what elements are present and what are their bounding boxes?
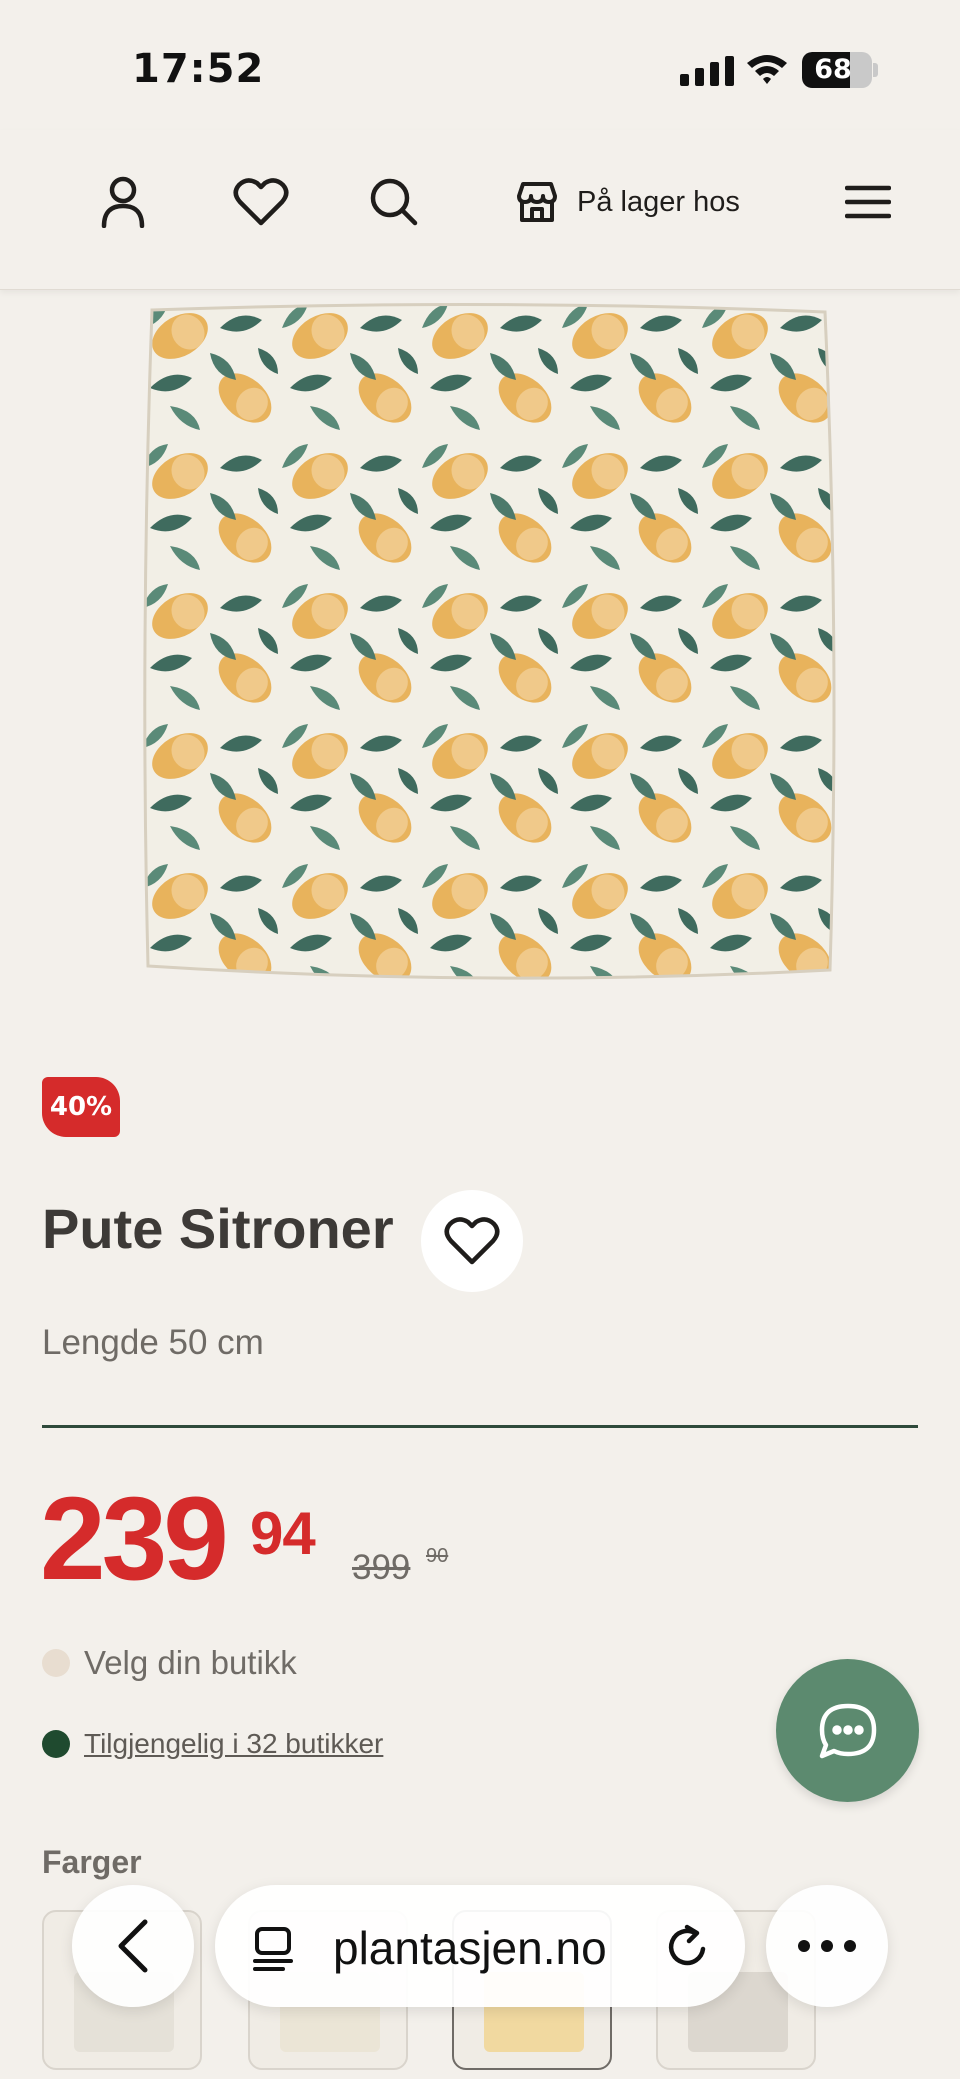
browser-toolbar: plantasjen.no <box>0 1875 960 2015</box>
address-bar[interactable]: plantasjen.no <box>215 1885 745 2007</box>
battery-percent: 68 <box>814 54 852 85</box>
favorite-button[interactable] <box>421 1190 523 1292</box>
hamburger-menu-icon[interactable] <box>838 172 898 232</box>
store-icon <box>517 182 557 222</box>
store-stock-label: På lager hos <box>577 185 740 218</box>
select-store-label: Velg din butikk <box>84 1644 297 1681</box>
price-cents: 94 <box>250 1500 316 1567</box>
more-dots-icon <box>798 1940 856 1952</box>
wifi-icon <box>745 52 789 90</box>
search-icon[interactable] <box>364 172 424 232</box>
site-header: På lager hos <box>0 130 960 290</box>
account-icon[interactable] <box>93 172 153 232</box>
select-store-link[interactable]: Velg din butikk <box>42 1644 297 1682</box>
divider <box>42 1425 918 1428</box>
availability-dot <box>42 1730 70 1758</box>
browser-back-button[interactable] <box>72 1885 194 2007</box>
discount-badge: 40% <box>42 1077 120 1137</box>
battery-icon: 68 <box>802 52 872 88</box>
store-status-dot <box>42 1649 70 1677</box>
price-whole: 239 <box>40 1473 229 1605</box>
availability-link[interactable]: Tilgjengelig i 32 butikker <box>42 1728 383 1760</box>
chevron-left-icon <box>118 1919 148 1973</box>
old-price-whole: 399 <box>352 1548 411 1587</box>
battery-nub <box>873 63 878 77</box>
wishlist-heart-icon[interactable] <box>231 172 291 232</box>
product-title: Pute Sitroner <box>42 1197 394 1260</box>
availability-label: Tilgjengelig i 32 butikker <box>84 1728 384 1759</box>
old-price-cents: 90 <box>426 1545 449 1567</box>
url-text: plantasjen.no <box>333 1922 607 1974</box>
product-image[interactable] <box>140 298 840 988</box>
cellular-signal-icon <box>680 56 734 86</box>
store-stock-link[interactable]: På lager hos <box>515 172 740 232</box>
browser-more-button[interactable] <box>766 1885 888 2007</box>
status-time: 17:52 <box>132 46 265 92</box>
reload-icon[interactable] <box>663 1923 711 1971</box>
chat-bubble-icon <box>819 1703 876 1758</box>
chat-button[interactable] <box>776 1659 919 1802</box>
product-size: Lengde 50 cm <box>42 1323 264 1362</box>
reader-mode-icon[interactable] <box>251 1925 299 1973</box>
status-bar: 17:52 68 <box>0 0 960 120</box>
heart-icon <box>444 1217 500 1265</box>
